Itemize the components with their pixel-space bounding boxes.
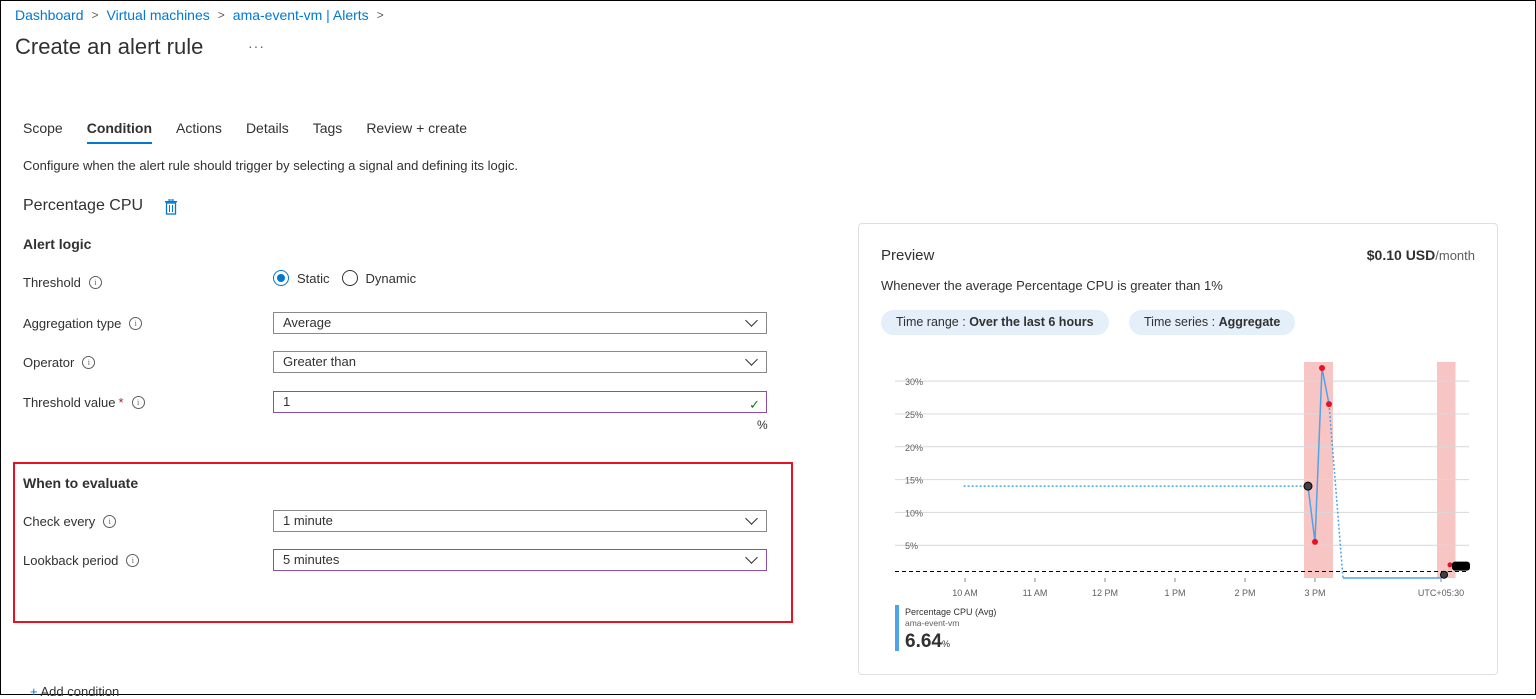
alert-logic-heading: Alert logic — [23, 236, 92, 252]
breach-point — [1312, 538, 1318, 545]
tab-condition[interactable]: Condition — [86, 120, 153, 144]
y-tick-label: 25% — [905, 410, 923, 420]
page-title: Create an alert rule — [15, 34, 204, 59]
checkmark-icon: ✓ — [749, 397, 760, 412]
breach-point — [1319, 365, 1325, 371]
condition-description: Configure when the alert rule should tri… — [23, 158, 519, 173]
y-tick-label: 10% — [905, 508, 923, 518]
breadcrumb: Dashboard > Virtual machines > ama-event… — [15, 7, 392, 23]
x-tick-label: 11 AM — [1023, 588, 1048, 598]
breach-point — [1326, 401, 1332, 408]
dynamic-radio[interactable] — [341, 270, 358, 286]
info-icon[interactable]: i — [131, 396, 145, 409]
static-radio-label[interactable]: Static — [297, 271, 330, 286]
x-tick-label: UTC+05:30 — [1418, 588, 1464, 598]
breadcrumb-dashboard[interactable]: Dashboard — [15, 7, 84, 23]
legend-unit: % — [941, 639, 950, 649]
x-tick-label: 3 PM — [1304, 588, 1325, 598]
check-every-label-text: Check every — [23, 514, 96, 529]
dynamic-radio-label[interactable]: Dynamic — [366, 271, 417, 286]
lookback-select[interactable]: 5 minutes — [273, 549, 767, 571]
breadcrumb-virtual-machines[interactable]: Virtual machines — [107, 7, 210, 23]
x-tick-label: 10 AM — [952, 588, 978, 598]
threshold-unit: % — [757, 418, 768, 432]
check-every-select[interactable]: 1 minute — [273, 510, 767, 532]
lookback-label: Lookback period i — [23, 553, 140, 568]
tab-tags[interactable]: Tags — [313, 120, 343, 144]
info-icon[interactable]: i — [88, 276, 102, 289]
x-tick-label: 1 PM — [1164, 588, 1185, 598]
y-tick-label: 20% — [905, 443, 923, 453]
operator-select[interactable]: Greater than — [273, 351, 767, 373]
trash-icon[interactable] — [164, 199, 178, 215]
legend-resource: ama-event-vm — [905, 618, 960, 628]
aggregation-label-text: Aggregation type — [23, 316, 122, 331]
x-tick-label: 12 PM — [1092, 588, 1118, 598]
info-icon[interactable]: i — [129, 317, 143, 330]
plus-icon: + — [30, 684, 38, 699]
data-point — [1440, 570, 1448, 579]
chevron-down-icon — [745, 314, 758, 327]
info-icon[interactable]: i — [103, 515, 117, 528]
tab-actions[interactable]: Actions — [176, 120, 222, 144]
lookback-label-text: Lookback period — [23, 553, 119, 568]
chevron-down-icon — [745, 512, 758, 525]
preview-panel: Preview $0.10 USD/month Whenever the ave… — [858, 223, 1498, 675]
chart-end-marker — [1452, 561, 1470, 571]
tab-scope[interactable]: Scope — [23, 120, 63, 144]
add-condition-label: Add condition — [40, 684, 120, 699]
check-every-value: 1 minute — [283, 513, 333, 528]
tab-bar: Scope Condition Actions Details Tags Rev… — [23, 120, 491, 144]
data-point — [1303, 481, 1313, 491]
aggregation-label: Aggregation type i — [23, 316, 143, 331]
more-options-button[interactable]: ··· — [248, 38, 265, 54]
breach-point — [1447, 562, 1453, 568]
threshold-label: Threshold i — [23, 275, 102, 290]
info-icon[interactable]: i — [82, 356, 96, 369]
legend-number: 6.64 — [905, 631, 942, 652]
threshold-label-text: Threshold — [23, 275, 81, 290]
when-to-evaluate-heading: When to evaluate — [23, 475, 139, 491]
threshold-radio-group: Static Dynamic — [273, 270, 416, 286]
aggregation-select[interactable]: Average — [273, 312, 767, 334]
chevron-down-icon — [745, 551, 758, 564]
legend-value: 6.64% — [905, 631, 950, 653]
info-icon[interactable]: i — [126, 554, 140, 567]
breadcrumb-alerts[interactable]: ama-event-vm | Alerts — [233, 7, 369, 23]
chevron-right-icon: > — [376, 8, 384, 22]
lookback-value: 5 minutes — [283, 552, 340, 567]
tab-review-create[interactable]: Review + create — [366, 120, 467, 144]
operator-label: Operator i — [23, 355, 96, 370]
chevron-right-icon: > — [91, 8, 99, 22]
static-radio[interactable] — [273, 270, 289, 286]
operator-label-text: Operator — [23, 355, 75, 370]
threshold-value: 1 — [283, 394, 291, 409]
signal-name: Percentage CPU — [23, 197, 144, 214]
x-tick-label: 2 PM — [1234, 588, 1255, 598]
aggregation-value: Average — [283, 315, 332, 330]
chevron-down-icon — [745, 353, 758, 366]
threshold-value-input[interactable]: 1 ✓ — [273, 391, 767, 413]
threshold-value-label-text: Threshold value — [23, 395, 116, 410]
legend-series-name: Percentage CPU (Avg) — [905, 607, 997, 617]
operator-value: Greater than — [283, 354, 356, 369]
legend-color-bar — [895, 605, 899, 651]
y-tick-label: 15% — [905, 476, 923, 486]
chevron-right-icon: > — [217, 8, 225, 22]
check-every-label: Check every i — [23, 514, 117, 529]
threshold-value-label: Threshold value * i — [23, 395, 145, 410]
tab-details[interactable]: Details — [246, 120, 289, 144]
required-marker: * — [118, 395, 124, 410]
y-tick-label: 30% — [905, 377, 923, 387]
y-tick-label: 5% — [905, 541, 918, 551]
add-condition-button[interactable]: + Add condition — [30, 684, 119, 699]
